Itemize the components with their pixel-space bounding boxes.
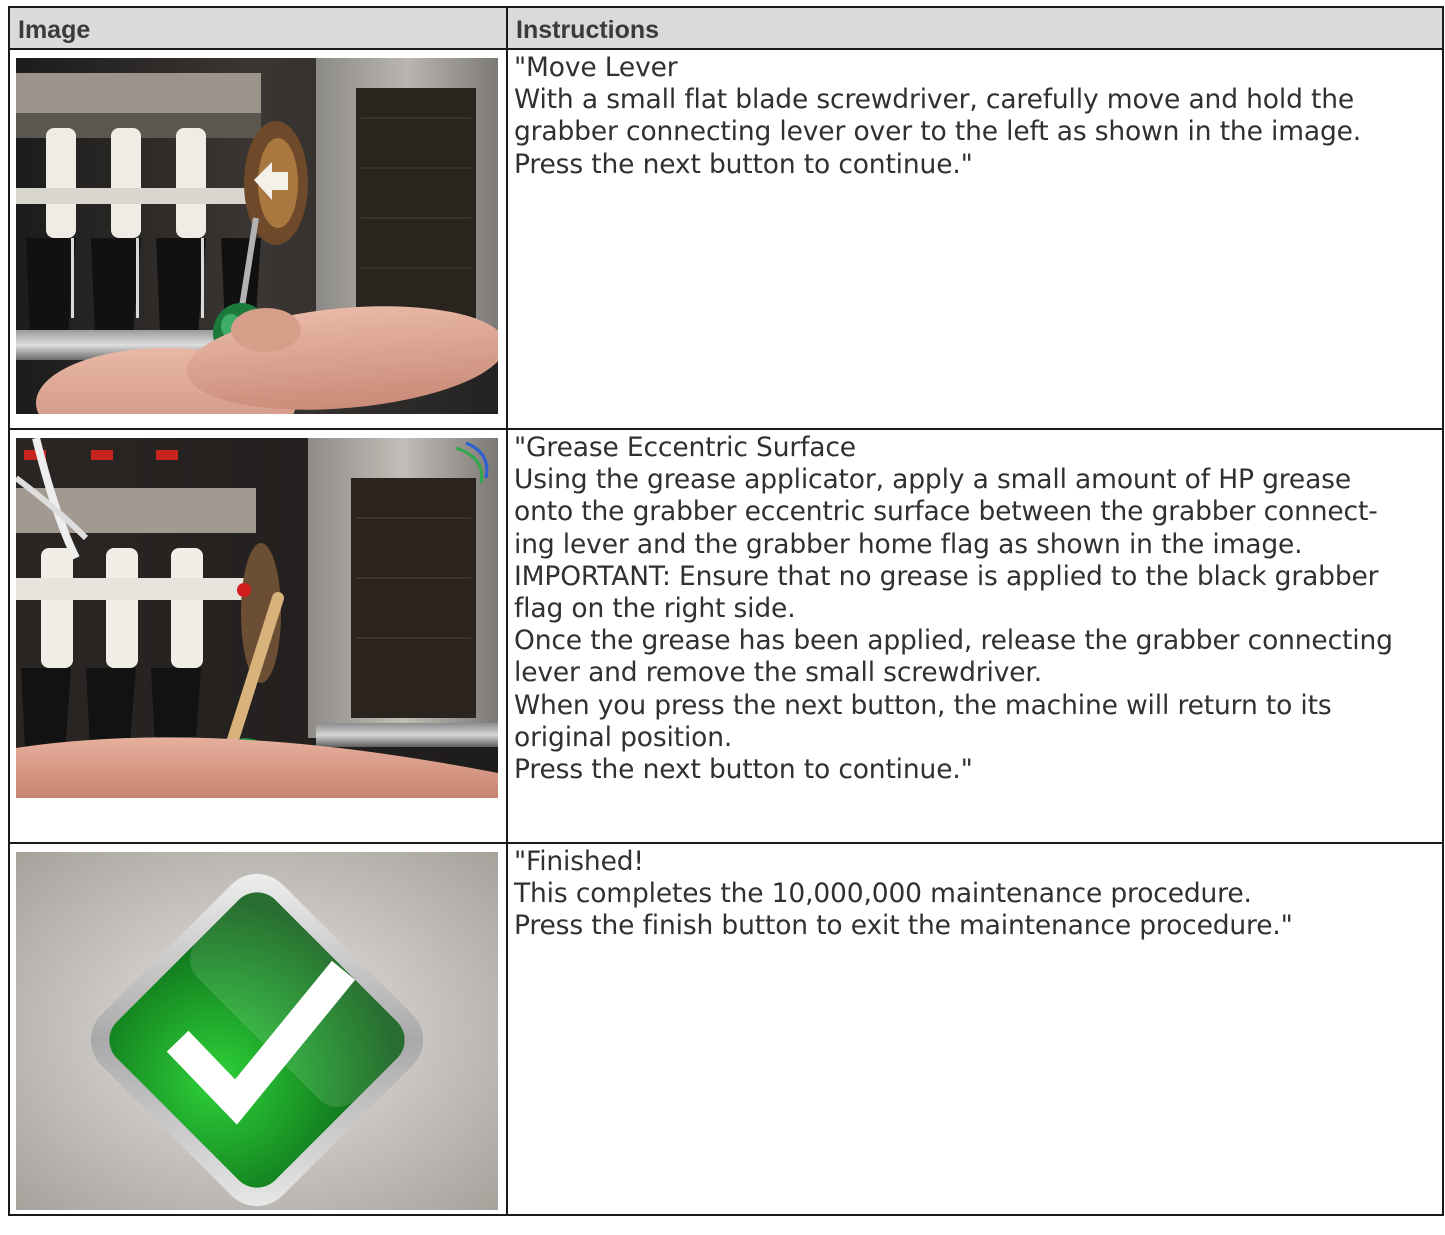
instruction-line: "Move Lever xyxy=(514,52,678,83)
image-cell xyxy=(8,428,508,844)
instruction-line: Using the grease applicator, apply a sma… xyxy=(514,464,1351,496)
instruction-line: This completes the 10,000,000 maintenanc… xyxy=(514,878,1252,910)
header-image: Image xyxy=(8,6,508,50)
instruction-line: ing lever and the grabber home flag as s… xyxy=(514,528,1303,560)
instruction-line: grabber connecting lever over to the lef… xyxy=(514,116,1362,148)
image-cell xyxy=(8,48,508,430)
instruction-line: Press the finish button to exit the main… xyxy=(514,910,1293,942)
instruction-line: original position. xyxy=(514,721,733,753)
table-row: "Move Lever With a small flat blade scre… xyxy=(8,48,1444,430)
instruction-cell: "Move Lever With a small flat blade scre… xyxy=(506,48,1444,430)
instruction-line: lever and remove the small screwdriver. xyxy=(514,657,1042,689)
table-row: "Finished! This completes the 10,000,000… xyxy=(8,842,1444,1216)
instruction-line: IMPORTANT: Ensure that no grease is appl… xyxy=(514,560,1379,592)
instruction-line: When you press the next button, the mach… xyxy=(514,689,1332,721)
instructions-table: Image Instructions "Move Lever With a sm… xyxy=(8,6,1444,1216)
green-checkmark-icon xyxy=(16,852,498,1210)
instruction-line: flag on the right side. xyxy=(514,593,796,625)
table-header-row: Image Instructions xyxy=(8,6,1444,50)
applying-grease-photo xyxy=(16,438,498,798)
table-row: "Grease Eccentric Surface Using the grea… xyxy=(8,428,1444,844)
instruction-cell: "Grease Eccentric Surface Using the grea… xyxy=(506,428,1444,844)
instruction-line: Once the grease has been applied, releas… xyxy=(514,625,1393,657)
instruction-line: With a small flat blade screwdriver, car… xyxy=(514,84,1355,116)
instruction-cell: "Finished! This completes the 10,000,000… xyxy=(506,842,1444,1216)
instruction-line: "Finished! xyxy=(514,846,644,877)
instruction-line: Press the next button to continue." xyxy=(514,754,973,786)
instruction-line: "Grease Eccentric Surface xyxy=(514,432,856,463)
header-instructions: Instructions xyxy=(506,6,1444,50)
instruction-line: onto the grabber eccentric surface betwe… xyxy=(514,496,1378,528)
instruction-line: Press the next button to continue." xyxy=(514,148,973,180)
screwdriver-moving-lever-photo xyxy=(16,58,498,414)
image-cell xyxy=(8,842,508,1216)
